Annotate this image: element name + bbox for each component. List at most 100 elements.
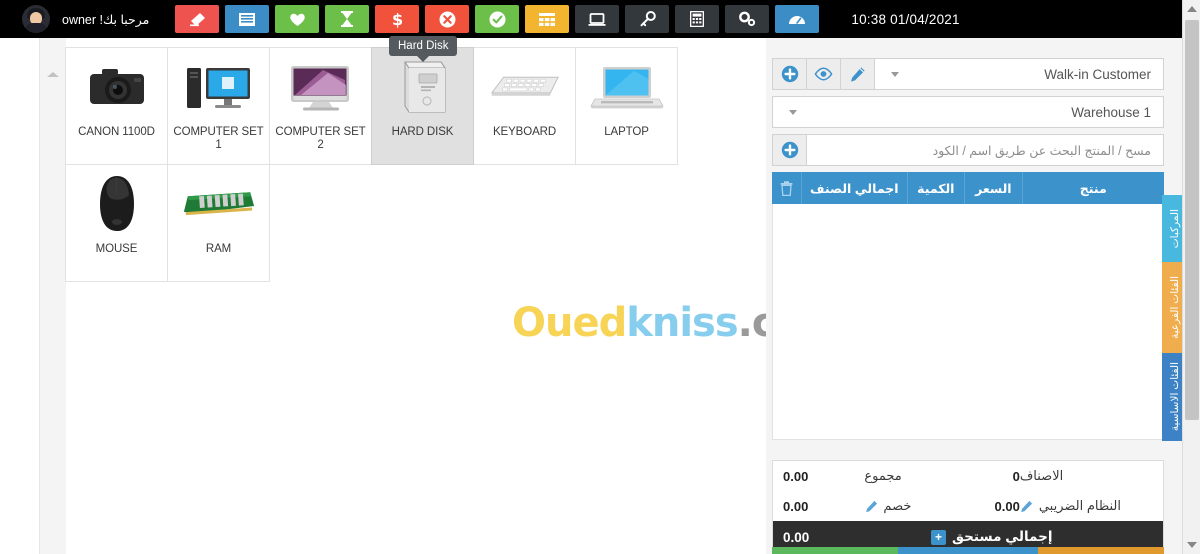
totals-row-items: الاصناف 0 مجموع 0.00 — [773, 461, 1163, 491]
plus-circle-icon — [781, 65, 798, 83]
discount-label-group: خصم — [864, 498, 938, 514]
imac-icon — [282, 56, 360, 118]
product-card-computer-set-2[interactable]: COMPUTER SET 2 — [269, 47, 372, 165]
product-name: KEYBOARD — [492, 126, 557, 138]
toolbar-icons: $ — [175, 5, 820, 33]
edit-customer-button[interactable] — [840, 58, 874, 90]
col-subtotal: اجمالي الصنف — [801, 172, 907, 204]
toolbar-button-heart[interactable] — [275, 5, 320, 33]
clock: 10:38 01/04/2021 — [851, 11, 960, 27]
scroll-down-arrow-icon[interactable] — [1183, 536, 1200, 554]
customer-select[interactable]: Walk-in Customer — [874, 58, 1164, 90]
product-card-canon-1100d[interactable]: CANON 1100D — [65, 47, 168, 165]
action-buttons-strip — [772, 547, 1164, 554]
warehouse-select[interactable]: Warehouse 1 — [772, 96, 1164, 128]
tax-value: 0.00 — [994, 498, 1020, 514]
side-tab-label: المركبات — [1169, 208, 1181, 249]
pos-application: مرحبا بك! owner $ 10:38 01/04/2021 Hard … — [0, 0, 1200, 554]
product-card-mouse[interactable]: MOUSE — [65, 164, 168, 282]
toolbar-button-hourglass[interactable] — [325, 5, 370, 33]
key-icon — [640, 10, 656, 26]
eraser-icon — [189, 12, 205, 26]
order-panel: Walk-in Customer Warehouse 1 مسح / المنت… — [766, 38, 1188, 554]
product-card-keyboard[interactable]: KEYBOARD — [473, 47, 576, 165]
camera-icon — [78, 56, 156, 118]
view-customer-button[interactable] — [806, 58, 840, 90]
toolbar-button-dollar[interactable]: $ — [375, 5, 420, 33]
toolbar-button-check-circle[interactable] — [475, 5, 520, 33]
product-card-ram[interactable]: RAM — [167, 164, 270, 282]
add-product-button[interactable] — [772, 134, 806, 166]
action-button-blue[interactable] — [898, 547, 1038, 554]
toolbar-button-desktop[interactable] — [575, 5, 620, 33]
collapse-caret-icon[interactable] — [46, 68, 60, 80]
product-name: LAPTOP — [604, 126, 649, 138]
action-button-green[interactable] — [772, 547, 899, 554]
eye-icon — [814, 67, 833, 81]
customer-value: Walk-in Customer — [1044, 66, 1151, 82]
cart-header-row: منتج السعر الكمية اجمالي الصنف — [772, 172, 1164, 204]
cart-items-body — [772, 204, 1164, 440]
toolbar-button-eraser[interactable] — [175, 5, 220, 33]
avatar — [22, 5, 50, 33]
left-rail — [0, 38, 40, 554]
col-delete[interactable] — [772, 172, 802, 204]
toolbar-button-cogs[interactable] — [725, 5, 770, 33]
product-card-hard-disk[interactable]: HARD DISK — [371, 47, 474, 165]
toolbar-button-close-circle[interactable] — [425, 5, 470, 33]
scroll-up-arrow-icon[interactable] — [1183, 0, 1200, 18]
dollar-icon: $ — [392, 11, 403, 28]
watermark-part1: Oued — [512, 300, 627, 346]
mouse-icon — [78, 173, 156, 235]
desktop-pc-icon — [180, 56, 258, 118]
sum-value: 0.00 — [783, 468, 809, 484]
product-card-computer-set-1[interactable]: COMPUTER SET 1 — [167, 47, 270, 165]
col-product: منتج — [1021, 172, 1164, 204]
cogs-icon — [739, 11, 756, 27]
totals-panel: الاصناف 0 مجموع 0.00 النظام الضريبي 0.00… — [772, 460, 1164, 554]
product-search-row: مسح / المنتج البحث عن طريق اسم / الكود — [772, 134, 1164, 166]
product-name: COMPUTER SET 2 — [275, 126, 366, 152]
toolbar-button-dashboard[interactable] — [775, 5, 820, 33]
product-search-input[interactable]: مسح / المنتج البحث عن طريق اسم / الكود — [806, 134, 1164, 166]
product-tooltip: Hard Disk — [389, 36, 458, 62]
toolbar-button-key[interactable] — [625, 5, 670, 33]
side-tab-label: الفئات الفرعية — [1169, 276, 1181, 339]
add-payment-icon[interactable]: + — [931, 529, 946, 545]
grand-total-label-group: إجمالي مستحق + — [931, 529, 1153, 545]
add-customer-button[interactable] — [772, 58, 806, 90]
toolbar-button-calculator[interactable] — [675, 5, 720, 33]
list-icon — [239, 12, 256, 26]
product-name: HARD DISK — [391, 126, 454, 138]
product-name: COMPUTER SET 1 — [173, 126, 264, 152]
page-scrollbar[interactable] — [1182, 0, 1200, 554]
warehouse-row: Warehouse 1 — [772, 96, 1164, 128]
scrollbar-thumb[interactable] — [1185, 20, 1199, 420]
order-panel-inner: Walk-in Customer Warehouse 1 مسح / المنت… — [772, 58, 1188, 441]
keyboard-icon — [486, 56, 564, 118]
product-name: CANON 1100D — [78, 126, 155, 138]
ram-icon — [180, 173, 258, 235]
product-grid-area: CANON 1100D COMPUTER SET 1 COMPUTER SET … — [65, 47, 843, 554]
grand-total-label: إجمالي مستحق — [952, 529, 1053, 544]
action-button-orange[interactable] — [1037, 547, 1164, 554]
chevron-down-icon — [789, 109, 797, 115]
edit-tax-icon[interactable] — [1020, 499, 1034, 513]
plus-circle-icon — [781, 141, 798, 159]
harddisk-icon — [384, 56, 462, 118]
items-value: 0 — [1012, 468, 1020, 484]
warehouse-value: Warehouse 1 — [1071, 104, 1151, 120]
side-tab-label: الفئات الاساسية — [1169, 362, 1181, 432]
toolbar-button-list[interactable] — [225, 5, 270, 33]
check-circle-icon — [489, 11, 506, 27]
toolbar-button-grid[interactable] — [525, 5, 570, 33]
tax-label: النظام الضريبي — [1038, 498, 1121, 513]
product-name: MOUSE — [95, 243, 138, 255]
discount-label: خصم — [883, 498, 912, 513]
desktop-icon — [588, 12, 606, 26]
calculator-icon — [690, 11, 705, 27]
product-card-laptop[interactable]: LAPTOP — [575, 47, 678, 165]
totals-row-tax: النظام الضريبي 0.00 خصم 0.00 — [773, 491, 1163, 521]
edit-discount-icon[interactable] — [864, 499, 878, 513]
user-block[interactable]: مرحبا بك! owner — [0, 0, 149, 38]
